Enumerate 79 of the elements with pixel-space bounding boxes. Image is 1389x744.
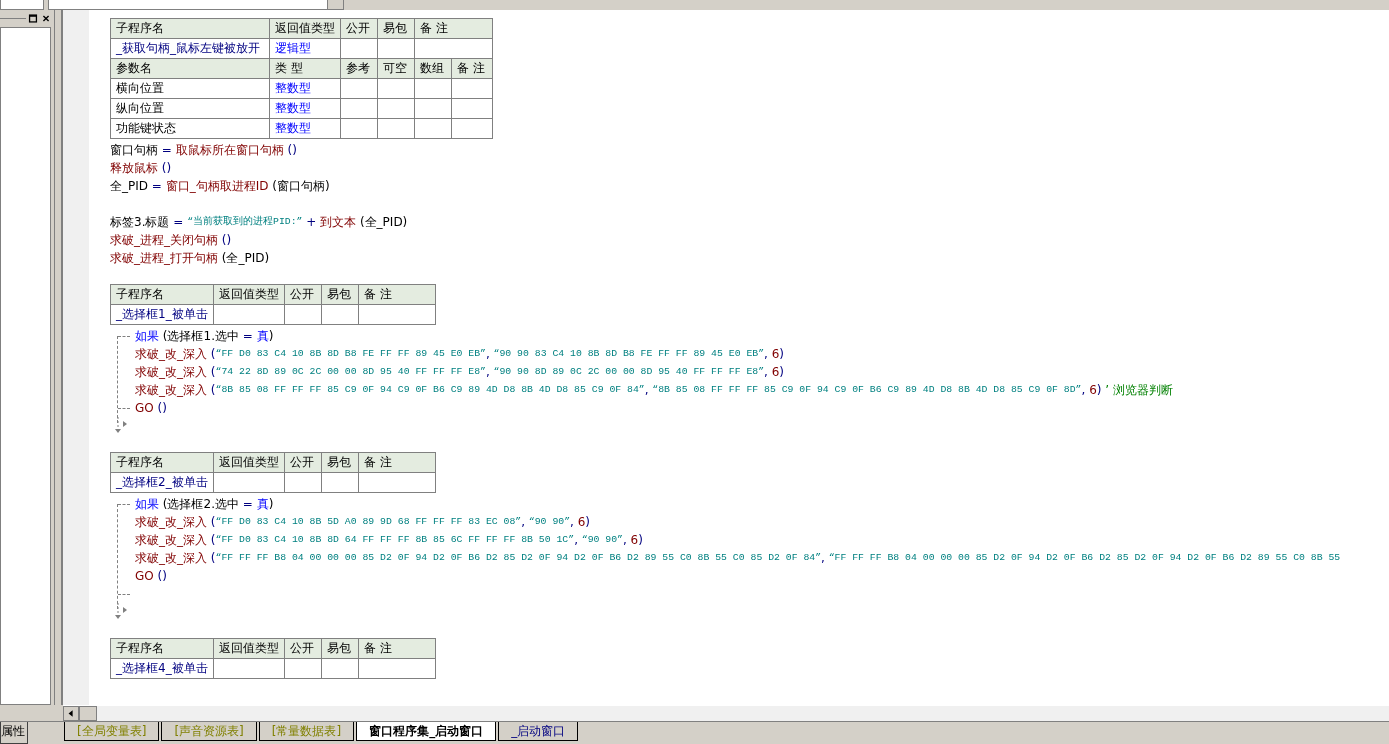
column-header: 子程序名 [110, 284, 214, 305]
table-cell: _获取句柄_鼠标左键被放开 [110, 38, 270, 59]
code-line: 求破_进程_关闭句柄 () [110, 232, 233, 249]
table-cell: 逻辑型 [269, 38, 341, 59]
column-header: 子程序名 [110, 452, 214, 473]
table-cell: _选择框2_被单击 [110, 472, 214, 493]
column-header: 公开 [284, 638, 322, 659]
table-cell [321, 304, 359, 325]
column-header: 备 注 [414, 18, 493, 39]
table-cell [340, 118, 378, 139]
code-line: 求破_改_深入 (“FF D0 83 C4 10 8B 5D A0 89 9D 68 FF FF FF 83 EC 08”, “90 90”, 6) [135, 514, 590, 531]
panel-tab[interactable]: 属性 [0, 722, 28, 744]
table-cell [340, 78, 378, 99]
column-header: 易包 [321, 284, 359, 305]
sheet-tab[interactable]: 窗口程序集_启动窗口 [356, 722, 497, 741]
table-cell [284, 304, 322, 325]
column-header: 备 注 [358, 284, 436, 305]
table-cell [284, 472, 322, 493]
column-header: 备 注 [358, 452, 436, 473]
table-cell: 功能键状态 [110, 118, 270, 139]
column-header: 返回值类型 [269, 18, 341, 39]
table-cell [340, 38, 378, 59]
code-line: 如果 (选择框2.选中 = 真) [135, 496, 274, 513]
table-cell [340, 98, 378, 119]
column-header: 返回值类型 [213, 452, 285, 473]
code-line: 求破_改_深入 (“FF D0 83 C4 10 8B 8D B8 FE FF FF 89 45 E0 EB”, “90 90 83 C4 10 8B 8D B8 FE FF FF 89 45 E0 EB”, 6) [135, 346, 784, 363]
table-cell [414, 118, 452, 139]
column-header: 公开 [284, 452, 322, 473]
table-cell [377, 118, 415, 139]
code-line: 求破_改_深入 (“74 22 8D 89 0C 2C 00 00 8D 95 40 FF FF FF E8”, “90 90 8D 89 0C 2C 00 00 8D 95 40 FF FF FF E8”, 6) [135, 364, 784, 381]
column-header: 子程序名 [110, 18, 270, 39]
table-cell [377, 38, 415, 59]
table-cell [213, 304, 285, 325]
column-header: 返回值类型 [213, 638, 285, 659]
table-cell: _选择框4_被单击 [110, 658, 214, 679]
table-cell [451, 98, 493, 119]
code-line: 全_PID = 窗口_句柄取进程ID (窗口句柄) [110, 178, 331, 195]
table-cell [414, 78, 452, 99]
column-header: 易包 [321, 638, 359, 659]
code-line: 求破_改_深入 (“FF D0 83 C4 10 8B 8D 64 FF FF FF 8B 85 6C FF FF FF 8B 50 1C”, “90 90”, 6) [135, 532, 643, 549]
table-cell [213, 658, 285, 679]
table-cell [414, 98, 452, 119]
table-cell [213, 472, 285, 493]
horizontal-scrollbar[interactable] [63, 705, 1389, 721]
code-line: 窗口句柄 = 取鼠标所在窗口句柄 () [110, 142, 298, 159]
table-cell: 整数型 [269, 98, 341, 119]
column-header: 返回值类型 [213, 284, 285, 305]
code-line: 求破_进程_打开句柄 (全_PID) [110, 250, 271, 267]
table-cell [377, 78, 415, 99]
column-header: 公开 [340, 18, 378, 39]
code-line: 求破_改_深入 (“FF FF FF B8 04 00 00 00 85 D2 0F 94 D2 0F B6 D2 85 D2 0F 94 D2 0F B6 D2 89 55 C0 8B 55 C0 85 D2 0F 84”, “FF FF FF B8 04 00 00 00 85 D2 0F 94 D2 0F B6 D2 85 D2 0F 94 D2 0F B6 D2 89 55 C0 8B 55 [135, 550, 1341, 567]
table-cell [451, 118, 493, 139]
code-line: GO () [135, 400, 167, 417]
sheet-tab[interactable]: _启动窗口 [498, 722, 579, 741]
column-header: 公开 [284, 284, 322, 305]
table-cell: _选择框1_被单击 [110, 304, 214, 325]
table-cell: 整数型 [269, 118, 341, 139]
table-cell [321, 658, 359, 679]
close-icon[interactable] [40, 13, 52, 24]
table-cell: 横向位置 [110, 78, 270, 99]
column-header: 备 注 [358, 638, 436, 659]
column-header: 子程序名 [110, 638, 214, 659]
code-line: 求破_改_深入 (“8B 85 08 FF FF FF 85 C9 0F 94 C9 0F B6 C9 89 4D D8 8B 4D D8 85 C9 0F 84”, “8B 85 08 FF FF FF 85 C9 0F 94 C9 0F B6 C9 89 4D D8 8B 4D D8 85 C9 0F 8D”, 6) ’ 浏览器判断 [135, 382, 1173, 399]
column-header: 参数名 [110, 58, 270, 79]
scroll-thumb[interactable] [79, 706, 97, 721]
table-cell: 纵向位置 [110, 98, 270, 119]
code-line: 标签3.标题 = “当前获取到的进程PID:” + 到文本 (全_PID) [110, 214, 409, 231]
column-header: 易包 [321, 452, 359, 473]
table-cell [451, 78, 493, 99]
scroll-left-icon[interactable] [63, 706, 79, 721]
maximize-icon[interactable] [27, 13, 39, 24]
table-cell: 整数型 [269, 78, 341, 99]
table-cell [321, 472, 359, 493]
code-line: 如果 (选择框1.选中 = 真) [135, 328, 274, 345]
column-header: 易包 [377, 18, 415, 39]
code-line: 释放鼠标 () [110, 160, 173, 177]
code-line: GO () [135, 568, 167, 585]
table-cell [284, 658, 322, 679]
table-cell [377, 98, 415, 119]
